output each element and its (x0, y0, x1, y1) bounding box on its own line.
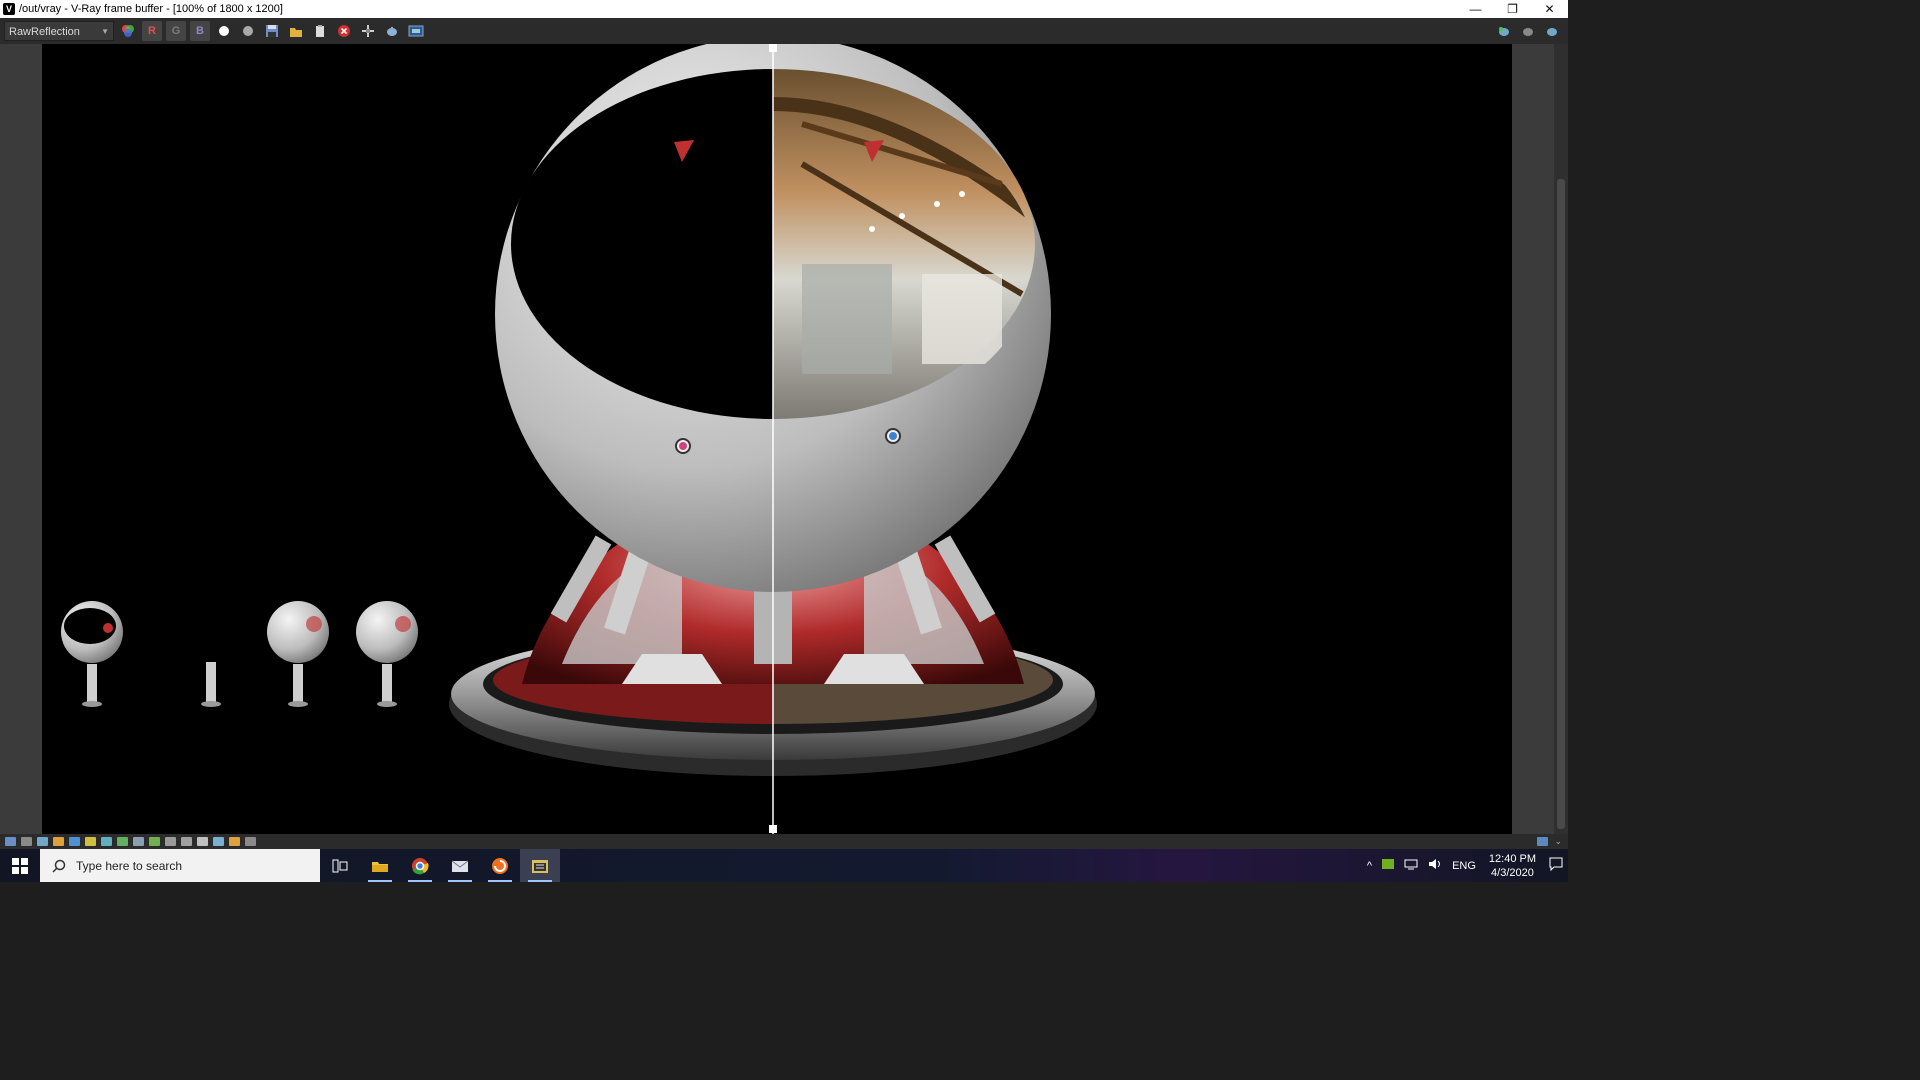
render-channel-value: RawReflection (9, 26, 80, 38)
vfb-settings-icon[interactable] (406, 21, 426, 41)
windows-logo-icon (12, 857, 28, 874)
save-image-icon[interactable] (262, 21, 282, 41)
layers-icon[interactable] (21, 837, 32, 846)
h-icon[interactable] (197, 837, 208, 846)
lens-effects-icon[interactable] (165, 837, 176, 846)
info-icon[interactable] (37, 837, 48, 846)
windows-taskbar: Type here to search ^ ENG 12:40 PM 4/3/2… (0, 849, 1568, 882)
search-icon (52, 859, 66, 873)
load-image-icon[interactable] (286, 21, 306, 41)
small-sphere-2 (267, 601, 329, 707)
split-handle-bottom (769, 825, 777, 833)
color-correction-icon[interactable] (53, 837, 64, 846)
houdini-icon[interactable] (480, 849, 520, 882)
clock-date: 4/3/2020 (1491, 866, 1534, 879)
render-area (0, 44, 1568, 834)
rendered-image (61, 44, 1097, 834)
chevron-down-icon[interactable]: ⌄ (1554, 836, 1562, 847)
small-stand (201, 662, 221, 707)
file-explorer-icon[interactable] (360, 849, 400, 882)
background-image-icon[interactable] (149, 837, 160, 846)
volume-icon[interactable] (1428, 858, 1442, 873)
mail-app-icon[interactable] (440, 849, 480, 882)
chevron-down-icon: ▼ (101, 27, 109, 36)
nvidia-icon[interactable] (1382, 859, 1395, 872)
scrollbar-thumb[interactable] (1557, 179, 1565, 829)
lut-icon[interactable] (117, 837, 128, 846)
network-icon[interactable] (1404, 858, 1418, 873)
small-sphere-3 (356, 601, 418, 707)
render-last-icon[interactable] (1542, 21, 1562, 41)
clock-time: 12:40 PM (1488, 852, 1536, 865)
histogram-icon[interactable] (101, 837, 112, 846)
title-bar: V /out/vray - V-Ray frame buffer - [100%… (0, 0, 1568, 18)
curves-icon[interactable] (85, 837, 96, 846)
clear-image-icon[interactable] (310, 21, 330, 41)
vfb-status-toolbar: ⌄ (0, 834, 1568, 849)
track-mouse-icon[interactable] (358, 21, 378, 41)
notifications-icon[interactable] (1549, 857, 1563, 874)
blue-channel-toggle[interactable]: B (190, 21, 210, 41)
language-indicator[interactable]: ENG (1452, 860, 1476, 872)
ab-compare-vertical-icon[interactable] (229, 837, 240, 846)
small-sphere-1 (61, 601, 123, 707)
vray-app-icon: V (3, 3, 15, 15)
vfb-toolbar: RawReflection ▼ R G B (0, 18, 1568, 45)
lock-icon[interactable] (181, 837, 192, 846)
history-icon[interactable] (5, 837, 16, 846)
red-channel-toggle[interactable]: R (142, 21, 162, 41)
color-mode-icon[interactable] (118, 21, 138, 41)
clock[interactable]: 12:40 PM 4/3/2020 (1489, 852, 1536, 880)
interactive-render-icon[interactable] (1518, 21, 1538, 41)
pixel-aspect-icon[interactable] (245, 837, 256, 846)
render-region-teapot-icon[interactable] (1494, 21, 1514, 41)
mono-icon[interactable] (238, 21, 258, 41)
chevron-up-icon[interactable]: ^ (1367, 860, 1372, 872)
split-handle-top (769, 44, 777, 52)
vray-vfb-taskbar-icon[interactable] (520, 849, 560, 882)
fullscreen-icon[interactable] (1537, 837, 1548, 846)
render-viewport[interactable] (42, 44, 1512, 834)
levels-icon[interactable] (69, 837, 80, 846)
green-channel-toggle[interactable]: G (166, 21, 186, 41)
start-button[interactable] (0, 849, 40, 882)
ab-compare-horizontal-icon[interactable] (213, 837, 224, 846)
minimize-button[interactable]: — (1457, 0, 1494, 18)
vertical-scrollbar[interactable] (1554, 44, 1568, 834)
task-view-icon[interactable] (320, 849, 360, 882)
exposure-icon[interactable] (133, 837, 144, 846)
alpha-white-icon[interactable] (214, 21, 234, 41)
system-tray: ^ ENG 12:40 PM 4/3/2020 (1362, 849, 1568, 882)
render-teapot-icon[interactable] (382, 21, 402, 41)
stop-render-icon[interactable] (334, 21, 354, 41)
chrome-icon[interactable] (400, 849, 440, 882)
taskbar-search-box[interactable]: Type here to search (40, 849, 320, 882)
close-button[interactable]: ✕ (1531, 0, 1568, 18)
window-title: /out/vray - V-Ray frame buffer - [100% o… (19, 3, 283, 15)
search-placeholder: Type here to search (76, 858, 183, 873)
restore-button[interactable]: ❐ (1494, 0, 1531, 18)
render-channel-select[interactable]: RawReflection ▼ (4, 21, 114, 41)
